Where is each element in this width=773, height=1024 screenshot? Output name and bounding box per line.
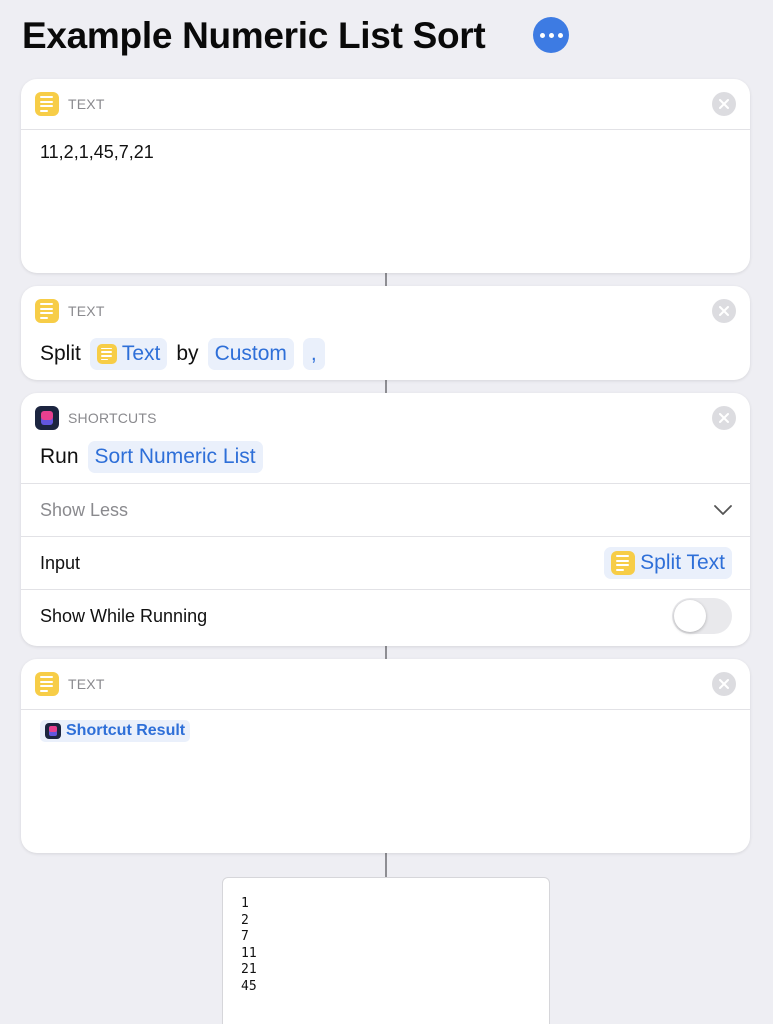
more-dot-icon bbox=[539, 32, 545, 38]
show-less-label: Show Less bbox=[40, 499, 129, 520]
shortcut-result-token[interactable]: Shortcut Result bbox=[40, 720, 191, 742]
action-category-label: TEXT bbox=[68, 676, 105, 692]
action-category-label: SHORTCUTS bbox=[68, 410, 157, 426]
show-while-running-label: Show While Running bbox=[40, 605, 208, 626]
close-icon bbox=[719, 306, 729, 316]
more-dot-icon bbox=[548, 32, 554, 38]
connector-line bbox=[385, 380, 387, 393]
token-label: Text bbox=[121, 342, 161, 365]
remove-action-button[interactable] bbox=[712, 299, 736, 323]
close-icon bbox=[719, 99, 729, 109]
shortcuts-app-icon bbox=[35, 406, 59, 430]
page-title: Example Numeric List Sort bbox=[22, 15, 486, 56]
text-field[interactable]: Shortcut Result bbox=[21, 710, 750, 754]
text-icon bbox=[35, 92, 59, 116]
separator-type-token[interactable]: Custom bbox=[207, 338, 294, 370]
close-icon bbox=[719, 413, 729, 423]
text-action-card[interactable]: TEXT 11,2,1,45,7,21 bbox=[21, 79, 750, 273]
connector-line bbox=[385, 646, 387, 659]
output-line: 21 bbox=[241, 962, 257, 977]
action-category-label: TEXT bbox=[68, 96, 105, 112]
connector-line bbox=[385, 273, 387, 286]
remove-action-button[interactable] bbox=[712, 92, 736, 116]
token-label: Split Text bbox=[640, 551, 725, 574]
split-verb: Split bbox=[40, 342, 81, 365]
card-header: SHORTCUTS bbox=[21, 393, 750, 443]
remove-action-button[interactable] bbox=[712, 406, 736, 430]
text-icon bbox=[35, 299, 59, 323]
show-while-running-toggle[interactable] bbox=[672, 598, 732, 634]
close-icon bbox=[719, 679, 729, 689]
input-label: Input bbox=[40, 552, 81, 573]
custom-separator-token[interactable]: , bbox=[302, 338, 325, 370]
output-line: 1 bbox=[241, 896, 249, 911]
input-row: Input Split Text bbox=[21, 537, 750, 589]
shortcut-editor: Example Numeric List Sort TEXT 11,2,1,45… bbox=[0, 0, 773, 1024]
text-field[interactable]: 11,2,1,45,7,21 bbox=[21, 130, 750, 175]
show-less-row[interactable]: Show Less bbox=[21, 484, 750, 536]
card-header: TEXT bbox=[21, 286, 750, 336]
more-options-button[interactable] bbox=[533, 17, 569, 53]
run-verb: Run bbox=[40, 445, 79, 468]
shortcut-name-token[interactable]: Sort Numeric List bbox=[87, 441, 263, 473]
shortcuts-app-icon bbox=[45, 723, 61, 739]
text-icon bbox=[96, 344, 117, 364]
card-header: TEXT bbox=[21, 79, 750, 129]
more-dot-icon bbox=[557, 32, 563, 38]
token-label: Shortcut Result bbox=[66, 722, 186, 739]
card-header: TEXT bbox=[21, 659, 750, 709]
run-action-line: Run Sort Numeric List bbox=[21, 437, 750, 477]
toggle-knob bbox=[674, 600, 706, 632]
input-variable-token[interactable]: Split Text bbox=[604, 547, 732, 579]
remove-action-button[interactable] bbox=[712, 672, 736, 696]
text-icon bbox=[35, 672, 59, 696]
output-preview-panel: 1 2 7 11 21 45 bbox=[222, 877, 550, 1024]
chevron-down-icon bbox=[714, 484, 732, 536]
text-variable-token[interactable]: Text bbox=[89, 338, 168, 370]
split-text-action-card[interactable]: TEXT Split Text by Custom , bbox=[21, 286, 750, 380]
connector-line bbox=[385, 853, 387, 877]
run-shortcut-action-card[interactable]: SHORTCUTS Run Sort Numeric List Show Les… bbox=[21, 393, 750, 646]
output-line: 11 bbox=[241, 945, 257, 961]
text-action-card[interactable]: TEXT Shortcut Result bbox=[21, 659, 750, 853]
title-row: Example Numeric List Sort bbox=[22, 14, 486, 58]
output-line: 2 bbox=[241, 912, 249, 928]
by-word: by bbox=[176, 342, 199, 365]
output-line: 45 bbox=[241, 978, 257, 994]
show-while-running-row: Show While Running bbox=[21, 590, 750, 642]
split-action-line: Split Text by Custom , bbox=[21, 334, 750, 374]
action-category-label: TEXT bbox=[68, 303, 105, 319]
text-icon bbox=[611, 551, 636, 575]
output-line: 7 bbox=[241, 929, 249, 944]
